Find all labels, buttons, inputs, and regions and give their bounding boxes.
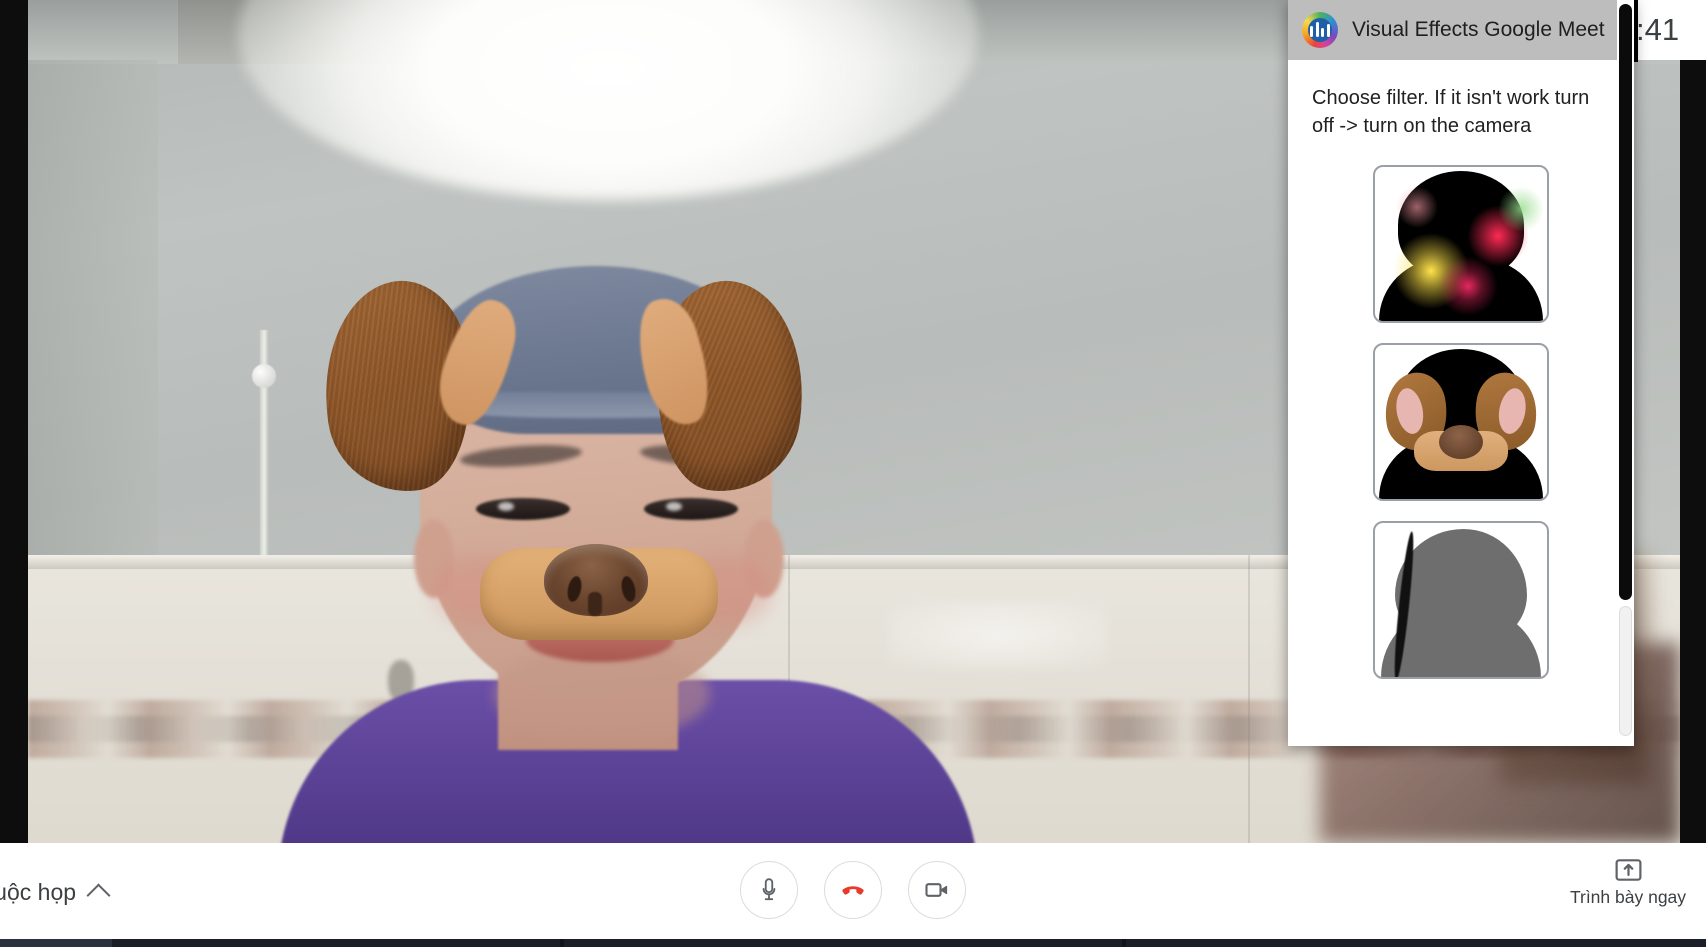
filter-list [1312, 164, 1610, 679]
firework-burst-pink [1393, 182, 1441, 231]
microphone-button[interactable] [740, 861, 798, 919]
popup-scrollbar[interactable] [1617, 0, 1634, 746]
clock-time: :41 [1636, 12, 1680, 47]
thumb-dog-nose [1439, 424, 1483, 459]
letterbox-right [1680, 0, 1706, 843]
popup-instruction-text: Choose filter. If it isn't work turn off… [1312, 87, 1590, 138]
person-eye-right [644, 498, 738, 520]
visual-effects-logo-icon [1302, 12, 1338, 48]
filter-option-silhouette[interactable] [1373, 520, 1549, 679]
system-clock: :41 [1634, 0, 1706, 60]
visual-effects-popup[interactable]: Visual Effects Google Meet Choose filter… [1288, 0, 1634, 746]
meeting-control-bar: về cuộc họp [0, 843, 1706, 939]
present-now-label: Trình bày ngay [1569, 887, 1687, 907]
camera-button[interactable] [908, 861, 966, 919]
app-root: :41 Visual Effects Google Meet Choose fi… [0, 0, 1706, 947]
letterbox-left [0, 0, 28, 843]
firework-burst-red-lower [1435, 252, 1501, 319]
hang-up-button[interactable] [824, 861, 882, 919]
video-camera-icon [925, 883, 948, 897]
dog-filter-nose-bridge [588, 592, 602, 616]
phone-hangup-icon [842, 886, 864, 895]
popup-scrollbar-track[interactable] [1619, 606, 1632, 736]
firework-burst-green [1495, 182, 1547, 235]
filter-option-fireworks[interactable] [1373, 164, 1549, 323]
present-screen-icon [1568, 859, 1688, 881]
center-controls [0, 861, 1706, 919]
microphone-icon [762, 878, 776, 901]
gray-silhouette-icon [1375, 523, 1547, 677]
filter-option-dog[interactable] [1373, 342, 1549, 501]
os-taskbar[interactable] [0, 939, 1706, 947]
popup-scrollbar-thumb[interactable] [1619, 4, 1632, 600]
popup-title: Visual Effects Google Meet [1352, 18, 1605, 41]
popup-body: Choose filter. If it isn't work turn off… [1288, 60, 1634, 746]
present-now-button[interactable]: Trình bày ngay [1568, 859, 1688, 908]
person-eye-left [476, 498, 570, 520]
eye-highlight [498, 502, 514, 511]
eye-highlight [666, 502, 682, 511]
popup-header: Visual Effects Google Meet [1288, 0, 1634, 60]
